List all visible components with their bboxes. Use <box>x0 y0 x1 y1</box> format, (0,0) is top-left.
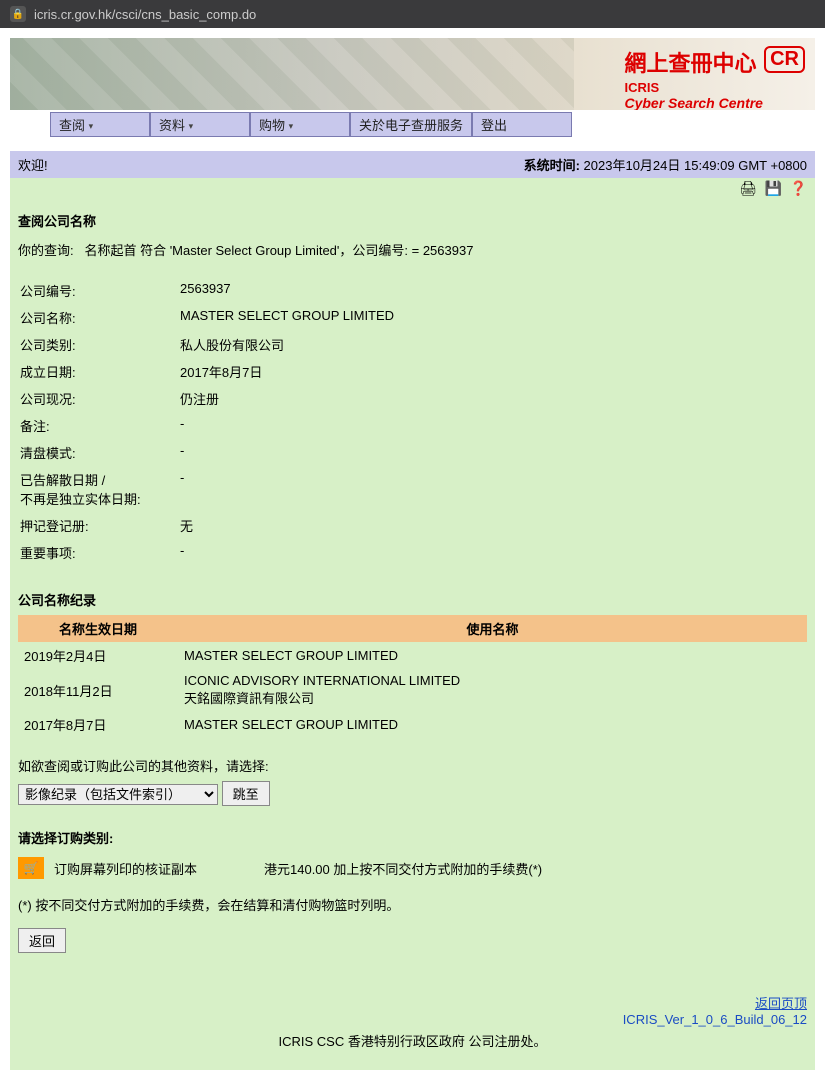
banner-icris-label: ICRIS <box>624 80 805 95</box>
info-row: 押记登记册:无 <box>18 512 807 539</box>
company-info-table: 公司编号:2563937公司名称:MASTER SELECT GROUP LIM… <box>18 277 807 566</box>
nav-item-0[interactable]: 查阅 ▾ <box>50 112 150 137</box>
info-label: 公司名称: <box>18 304 178 331</box>
info-label: 公司编号: <box>18 277 178 304</box>
go-button[interactable]: 跳至 <box>222 781 270 806</box>
info-row: 清盘模式:- <box>18 439 807 466</box>
other-docs-select[interactable]: 影像纪录（包括文件索引） <box>18 784 218 805</box>
history-name: MASTER SELECT GROUP LIMITED <box>178 711 807 738</box>
chevron-down-icon: ▾ <box>289 121 294 131</box>
info-row: 已告解散日期 / 不再是独立实体日期:- <box>18 466 807 512</box>
url-text: icris.cr.gov.hk/csci/cns_basic_comp.do <box>34 7 256 22</box>
order-fee-note: (*) 按不同交付方式附加的手续费，会在结算和清付购物篮时列明。 <box>18 895 807 914</box>
history-date: 2019年2月4日 <box>18 642 178 669</box>
info-label: 公司类别: <box>18 331 178 358</box>
info-row: 成立日期:2017年8月7日 <box>18 358 807 385</box>
banner-cr-badge: CR <box>764 46 805 73</box>
main-nav: 查阅 ▾资料 ▾购物 ▾关於电子查册服务登出 <box>10 112 815 137</box>
info-value: - <box>178 539 807 566</box>
info-value: - <box>178 439 807 466</box>
nav-item-3[interactable]: 关於电子查册服务 <box>350 112 472 137</box>
welcome-greeting: 欢迎! <box>18 155 48 174</box>
welcome-bar: 欢迎! 系统时间: 2023年10月24日 15:49:09 GMT +0800 <box>10 151 815 178</box>
info-row: 重要事项:- <box>18 539 807 566</box>
info-row: 公司名称:MASTER SELECT GROUP LIMITED <box>18 304 807 331</box>
history-name: MASTER SELECT GROUP LIMITED <box>178 642 807 669</box>
info-value: 2563937 <box>178 277 807 304</box>
order-item-row[interactable]: 🛒 订购屏幕列印的核证副本 港元140.00 加上按不同交付方式附加的手续费(*… <box>18 857 807 879</box>
query-summary: 你的查询: 名称起首 符合 'Master Select Group Limit… <box>18 240 807 259</box>
chevron-down-icon: ▾ <box>189 121 194 131</box>
nav-item-4[interactable]: 登出 <box>472 112 572 137</box>
info-label: 公司现况: <box>18 385 178 412</box>
banner-subtitle: Cyber Search Centre <box>624 95 805 110</box>
nav-item-1[interactable]: 资料 ▾ <box>150 112 250 137</box>
history-date: 2018年11月2日 <box>18 669 178 711</box>
info-row: 公司类别:私人股份有限公司 <box>18 331 807 358</box>
info-row: 公司编号:2563937 <box>18 277 807 304</box>
save-icon[interactable]: 💾 <box>765 180 782 196</box>
info-row: 备注:- <box>18 412 807 439</box>
chevron-down-icon: ▾ <box>89 121 94 131</box>
info-value: - <box>178 412 807 439</box>
info-value: MASTER SELECT GROUP LIMITED <box>178 304 807 331</box>
order-item-price: 港元140.00 加上按不同交付方式附加的手续费(*) <box>264 859 542 878</box>
info-value: 无 <box>178 512 807 539</box>
info-label: 已告解散日期 / 不再是独立实体日期: <box>18 466 178 512</box>
system-time: 系统时间: 2023年10月24日 15:49:09 GMT +0800 <box>524 155 807 174</box>
history-row: 2017年8月7日MASTER SELECT GROUP LIMITED <box>18 711 807 738</box>
nav-item-2[interactable]: 购物 ▾ <box>250 112 350 137</box>
toolbar-icons: 🖨 💾 ❓ <box>10 178 815 199</box>
version-label: ICRIS_Ver_1_0_6_Build_06_12 <box>18 1012 807 1027</box>
name-history-table: 名称生效日期 使用名称 2019年2月4日MASTER SELECT GROUP… <box>18 615 807 738</box>
info-label: 押记登记册: <box>18 512 178 539</box>
site-info-icon[interactable]: 🔒 <box>10 6 26 22</box>
cart-icon[interactable]: 🛒 <box>18 857 44 879</box>
info-value: - <box>178 466 807 512</box>
other-docs-prompt: 如欲查阅或订购此公司的其他资料，请选择: <box>18 756 807 775</box>
info-label: 成立日期: <box>18 358 178 385</box>
order-section-title: 请选择订购类别: <box>18 828 807 847</box>
history-col-date: 名称生效日期 <box>18 615 178 642</box>
header-banner: 網上查冊中心 CR ICRIS Cyber Search Centre <box>10 38 815 110</box>
history-name: ICONIC ADVISORY INTERNATIONAL LIMITED 天銘… <box>178 669 807 711</box>
info-value: 仍注册 <box>178 385 807 412</box>
info-label: 备注: <box>18 412 178 439</box>
back-to-top-link[interactable]: 返回页顶 <box>755 996 807 1011</box>
help-icon[interactable]: ❓ <box>790 180 807 196</box>
history-col-name: 使用名称 <box>178 615 807 642</box>
info-value: 2017年8月7日 <box>178 358 807 385</box>
browser-address-bar: 🔒 icris.cr.gov.hk/csci/cns_basic_comp.do <box>0 0 825 28</box>
history-row: 2018年11月2日ICONIC ADVISORY INTERNATIONAL … <box>18 669 807 711</box>
section-title-history: 公司名称纪录 <box>18 590 807 609</box>
section-title-search: 查阅公司名称 <box>18 211 807 230</box>
banner-title-cn: 網上查冊中心 <box>624 46 756 78</box>
history-date: 2017年8月7日 <box>18 711 178 738</box>
print-icon[interactable]: 🖨 <box>739 180 757 196</box>
order-item-label: 订购屏幕列印的核证副本 <box>54 859 254 878</box>
info-row: 公司现况:仍注册 <box>18 385 807 412</box>
back-button[interactable]: 返回 <box>18 928 66 953</box>
info-label: 重要事项: <box>18 539 178 566</box>
footer-copyright: ICRIS CSC 香港特别行政区政府 公司注册处。 <box>18 1031 807 1050</box>
info-value: 私人股份有限公司 <box>178 331 807 358</box>
info-label: 清盘模式: <box>18 439 178 466</box>
history-row: 2019年2月4日MASTER SELECT GROUP LIMITED <box>18 642 807 669</box>
